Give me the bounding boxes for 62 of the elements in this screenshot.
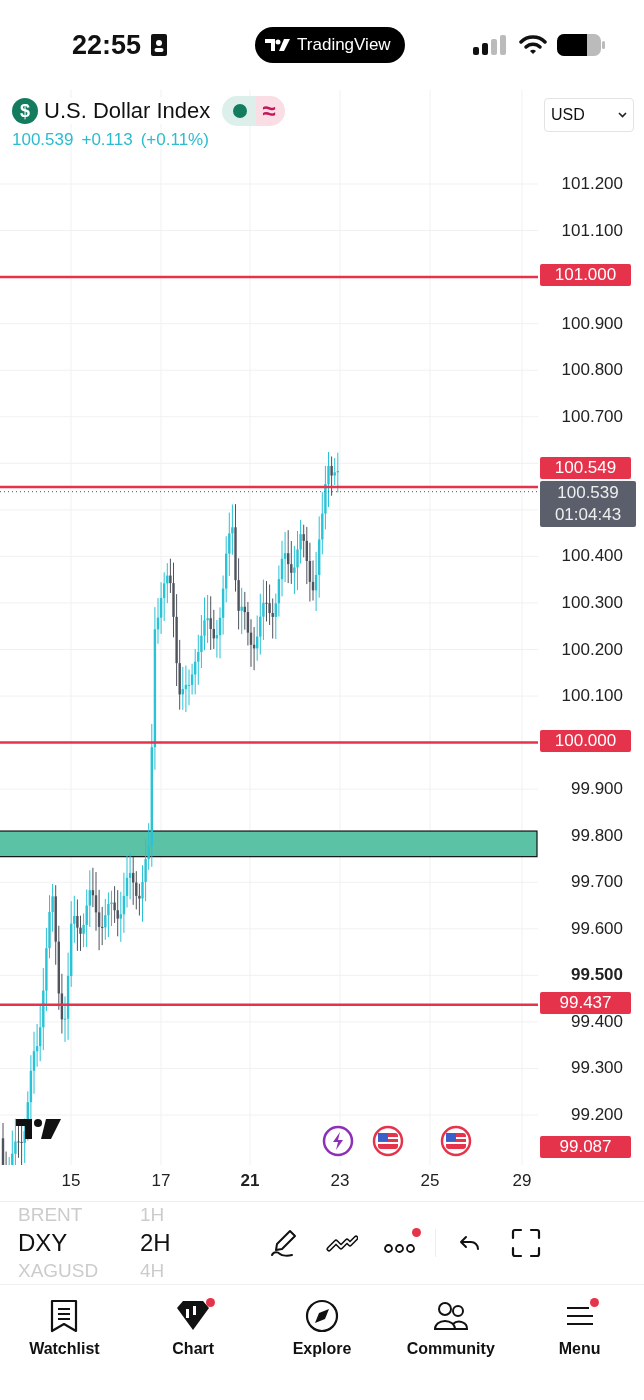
nav-tab[interactable]: Watchlist [0, 1285, 129, 1371]
logo-icon [16, 1119, 61, 1139]
nav-tab[interactable]: Menu [515, 1285, 644, 1371]
current-price: 100.539 [557, 481, 619, 504]
interval-option[interactable]: 2H [140, 1228, 250, 1258]
people-icon [432, 1301, 469, 1331]
nav-tab[interactable]: Explore [257, 1285, 387, 1371]
logo-icon [265, 38, 292, 52]
id-card-icon [151, 34, 168, 56]
last-price: 100.539 [12, 130, 74, 150]
price-label: 100.800 [561, 361, 623, 380]
us-flag-icon[interactable] [372, 1125, 404, 1157]
bookmark-list-icon [50, 1299, 79, 1333]
date-label: 15 [60, 1171, 82, 1191]
app-name: TradingView [297, 35, 391, 55]
currency-select[interactable]: USD [544, 98, 634, 132]
clock-time: 22:55 [72, 29, 142, 61]
date-label: 23 [329, 1171, 351, 1191]
price-change: +0.113 [81, 130, 133, 150]
price-change-percent: (+0.11%) [140, 130, 209, 150]
price-label: 101.200 [561, 175, 623, 193]
signal-icon [472, 35, 507, 55]
price-label: 100.200 [561, 640, 623, 659]
price-label: 99.300 [571, 1059, 623, 1078]
price-label: 99.600 [571, 919, 623, 938]
price-label: 99.700 [571, 873, 623, 892]
date-label: 29 [511, 1171, 533, 1191]
price-label: 100.100 [561, 687, 623, 706]
price-label: 100.400 [561, 547, 623, 566]
level-price-tag: 99.437 [540, 991, 631, 1014]
price-label: 99.500 [571, 966, 623, 985]
wifi-icon [518, 35, 547, 55]
bar-countdown: 01:04:43 [554, 503, 622, 526]
date-label: 21 [239, 1171, 261, 1191]
symbol-name[interactable]: U.S. Dollar Index [44, 98, 211, 124]
lightning-event-icon[interactable] [322, 1125, 354, 1157]
chevron-down-icon [618, 112, 627, 118]
date-label: 17 [150, 1171, 172, 1191]
symbol-option[interactable]: DXY [18, 1228, 140, 1258]
price-label: 99.800 [571, 826, 623, 845]
date-label: 25 [419, 1171, 441, 1191]
us-flag-icon[interactable] [440, 1125, 472, 1157]
delayed-badge: ≈ [256, 96, 286, 126]
battery-icon [556, 34, 605, 56]
nav-tab[interactable]: Community [386, 1285, 516, 1371]
price-label: 100.300 [561, 593, 623, 612]
level-price-tag: 101.000 [540, 264, 631, 287]
price-label: 100.700 [561, 407, 623, 426]
price-label: 100.900 [561, 314, 623, 333]
fullscreen-icon [510, 1227, 542, 1259]
price-label: 99.200 [571, 1106, 623, 1124]
level-price-tag: 100.549 [540, 456, 631, 479]
more-icon [384, 1243, 415, 1253]
level-price-tag: 100.000 [540, 729, 631, 752]
price-label: 99.400 [571, 1012, 623, 1031]
compass-icon [305, 1299, 339, 1333]
chart-gem-icon [175, 1300, 212, 1332]
level-price-tag: 99.087 [540, 1136, 631, 1158]
price-label: 101.100 [561, 221, 623, 240]
nav-tab[interactable]: Chart [128, 1285, 258, 1371]
dollar-icon: $ [12, 98, 38, 124]
price-label: 99.900 [571, 780, 623, 799]
